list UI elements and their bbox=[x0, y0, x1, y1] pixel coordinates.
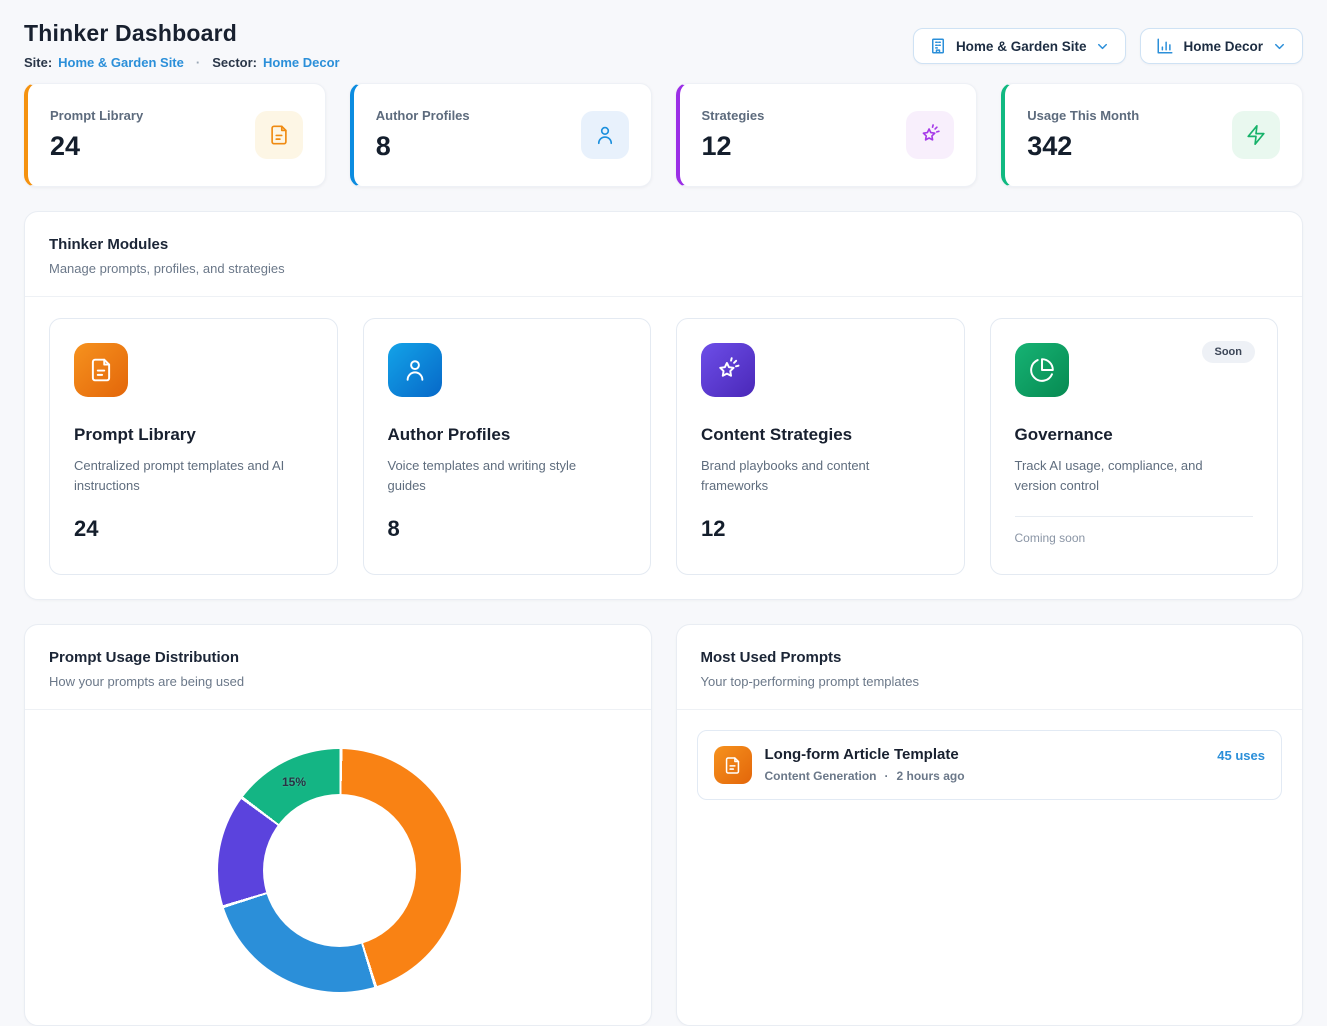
stat-card-author-profiles: Author Profiles 8 bbox=[350, 83, 652, 187]
module-title: Author Profiles bbox=[388, 425, 511, 445]
bar-chart-icon bbox=[1156, 37, 1174, 55]
stat-card-usage: Usage This Month 342 bbox=[1001, 83, 1303, 187]
prompts-list: Long-form Article Template Content Gener… bbox=[677, 710, 1303, 824]
prompt-title: Long-form Article Template bbox=[765, 746, 1205, 763]
document-icon bbox=[255, 111, 303, 159]
topbar: Thinker Dashboard Site: Home & Garden Si… bbox=[24, 20, 1303, 70]
most-used-prompts-card: Most Used Prompts Your top-performing pr… bbox=[676, 624, 1304, 1026]
document-icon bbox=[74, 343, 128, 397]
usage-card-header: Prompt Usage Distribution How your promp… bbox=[25, 625, 651, 710]
module-card-author-profiles[interactable]: Author Profiles Voice templates and writ… bbox=[363, 318, 652, 575]
module-count: 8 bbox=[388, 516, 400, 542]
site-label: Site: bbox=[24, 55, 52, 70]
breadcrumb-separator: · bbox=[196, 55, 200, 70]
module-title: Prompt Library bbox=[74, 425, 196, 445]
stat-text: Usage This Month 342 bbox=[1027, 108, 1139, 162]
prompts-card-subtitle: Your top-performing prompt templates bbox=[701, 674, 1279, 689]
document-icon bbox=[714, 746, 752, 784]
module-description: Centralized prompt templates and AI inst… bbox=[74, 456, 304, 496]
modules-grid: Prompt Library Centralized prompt templa… bbox=[25, 297, 1302, 599]
building-icon bbox=[929, 37, 947, 55]
module-card-prompt-library[interactable]: Prompt Library Centralized prompt templa… bbox=[49, 318, 338, 575]
stat-card-strategies: Strategies 12 bbox=[676, 83, 978, 187]
usage-card-title: Prompt Usage Distribution bbox=[49, 649, 627, 666]
dashboard-page: Thinker Dashboard Site: Home & Garden Si… bbox=[0, 0, 1327, 1026]
prompt-meta: Content Generation · 2 hours ago bbox=[765, 769, 1205, 783]
pie-chart-icon bbox=[1015, 343, 1069, 397]
prompt-body: Long-form Article Template Content Gener… bbox=[765, 746, 1205, 783]
breadcrumb: Site: Home & Garden Site · Sector: Home … bbox=[24, 55, 340, 70]
page-title: Thinker Dashboard bbox=[24, 20, 340, 47]
chevron-down-icon bbox=[1095, 39, 1110, 54]
prompt-uses-badge: 45 uses bbox=[1217, 748, 1265, 763]
stat-card-prompt-library: Prompt Library 24 bbox=[24, 83, 326, 187]
module-description: Voice templates and writing style guides bbox=[388, 456, 618, 496]
sector-switcher-button[interactable]: Home Decor bbox=[1140, 28, 1303, 64]
donut-chart-area: 15% bbox=[25, 710, 651, 1026]
meta-separator: · bbox=[885, 769, 889, 783]
stat-label: Prompt Library bbox=[50, 108, 143, 123]
module-card-governance[interactable]: Soon Governance Track AI usage, complian… bbox=[990, 318, 1279, 575]
stat-label: Strategies bbox=[702, 108, 765, 123]
modules-title: Thinker Modules bbox=[49, 236, 1278, 253]
stat-text: Prompt Library 24 bbox=[50, 108, 143, 162]
module-count: 12 bbox=[701, 516, 725, 542]
usage-card-subtitle: How your prompts are being used bbox=[49, 674, 627, 689]
module-footer: Coming soon bbox=[1015, 531, 1086, 545]
thinker-modules-section: Thinker Modules Manage prompts, profiles… bbox=[24, 211, 1303, 600]
stat-value: 24 bbox=[50, 131, 143, 162]
zap-icon bbox=[1232, 111, 1280, 159]
site-switcher-label: Home & Garden Site bbox=[956, 39, 1087, 54]
prompt-usage-card: Prompt Usage Distribution How your promp… bbox=[24, 624, 652, 1026]
modules-header: Thinker Modules Manage prompts, profiles… bbox=[25, 212, 1302, 297]
site-switcher-button[interactable]: Home & Garden Site bbox=[913, 28, 1127, 64]
module-description: Track AI usage, compliance, and version … bbox=[1015, 456, 1245, 496]
prompt-time: 2 hours ago bbox=[897, 769, 965, 783]
prompt-list-item[interactable]: Long-form Article Template Content Gener… bbox=[697, 730, 1283, 800]
stats-row: Prompt Library 24 Author Profiles 8 Stra… bbox=[24, 83, 1303, 187]
stat-label: Author Profiles bbox=[376, 108, 470, 123]
bottom-row: Prompt Usage Distribution How your promp… bbox=[24, 624, 1303, 1026]
module-description: Brand playbooks and content frameworks bbox=[701, 456, 931, 496]
chevron-down-icon bbox=[1272, 39, 1287, 54]
prompts-card-header: Most Used Prompts Your top-performing pr… bbox=[677, 625, 1303, 710]
stat-text: Author Profiles 8 bbox=[376, 108, 470, 162]
user-icon bbox=[388, 343, 442, 397]
module-card-content-strategies[interactable]: Content Strategies Brand playbooks and c… bbox=[676, 318, 965, 575]
stat-value: 12 bbox=[702, 131, 765, 162]
stat-value: 342 bbox=[1027, 131, 1139, 162]
prompts-card-title: Most Used Prompts bbox=[701, 649, 1279, 666]
module-count: 24 bbox=[74, 516, 98, 542]
stat-text: Strategies 12 bbox=[702, 108, 765, 162]
sparkle-star-icon bbox=[906, 111, 954, 159]
stat-value: 8 bbox=[376, 131, 470, 162]
user-icon bbox=[581, 111, 629, 159]
topbar-actions: Home & Garden Site Home Decor bbox=[913, 28, 1303, 64]
sector-switcher-label: Home Decor bbox=[1183, 39, 1263, 54]
divider bbox=[1015, 516, 1254, 517]
site-link[interactable]: Home & Garden Site bbox=[58, 55, 184, 70]
module-title: Governance bbox=[1015, 425, 1113, 445]
stat-label: Usage This Month bbox=[1027, 108, 1139, 123]
soon-badge: Soon bbox=[1202, 341, 1256, 363]
module-title: Content Strategies bbox=[701, 425, 852, 445]
sparkle-star-icon bbox=[701, 343, 755, 397]
donut-segment-label: 15% bbox=[282, 775, 306, 789]
prompt-category: Content Generation bbox=[765, 769, 877, 783]
modules-subtitle: Manage prompts, profiles, and strategies bbox=[49, 261, 1278, 276]
sector-link[interactable]: Home Decor bbox=[263, 55, 340, 70]
heading-block: Thinker Dashboard Site: Home & Garden Si… bbox=[24, 20, 340, 70]
donut-hole bbox=[263, 794, 416, 947]
sector-label: Sector: bbox=[212, 55, 257, 70]
